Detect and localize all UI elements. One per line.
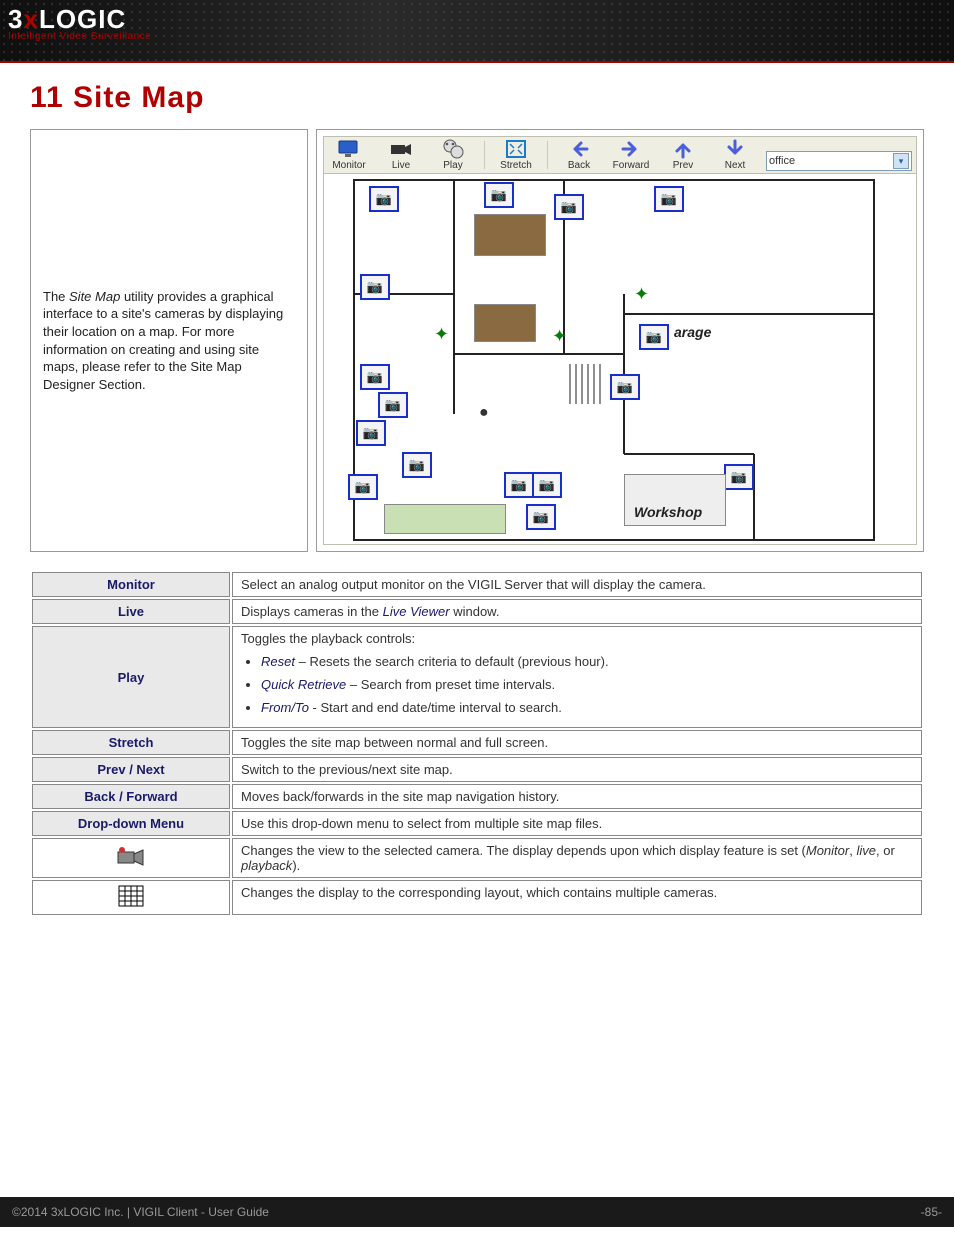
page-footer: ©2014 3xLOGIC Inc. | VIGIL Client - User… [0, 1197, 954, 1227]
footer-page-number: -85- [921, 1205, 942, 1219]
live-button[interactable]: Live [380, 139, 422, 171]
row-desc-monitor: Select an analog output monitor on the V… [232, 572, 922, 597]
monitor-icon [337, 139, 361, 159]
camera-marker[interactable]: 📷 [484, 182, 514, 208]
camera-marker[interactable]: 📷 [654, 186, 684, 212]
row-desc-prevnext: Switch to the previous/next site map. [232, 757, 922, 782]
stretch-icon [504, 139, 528, 159]
arrow-up-icon [671, 139, 695, 159]
camera-marker[interactable]: 📷 [360, 364, 390, 390]
section-title: 11 Site Map [30, 81, 924, 115]
camera-marker[interactable]: 📷 [504, 472, 534, 498]
sitemap-toolbar: Monitor Live Play [323, 136, 917, 174]
sitemap-screenshot: Monitor Live Play [316, 129, 924, 552]
row-label-camera-icon [32, 838, 230, 878]
camera-marker[interactable]: 📷 [724, 464, 754, 490]
monitor-button[interactable]: Monitor [328, 139, 370, 171]
camera-marker[interactable]: 📷 [402, 452, 432, 478]
stretch-button[interactable]: Stretch [495, 139, 537, 171]
footer-left: ©2014 3xLOGIC Inc. | VIGIL Client - User… [12, 1205, 269, 1219]
row-label-grid-icon [32, 880, 230, 915]
camera-marker[interactable]: 📷 [356, 420, 386, 446]
camera-marker[interactable]: 📷 [348, 474, 378, 500]
sitemap-select[interactable]: office ▾ [766, 151, 912, 171]
sitemap-select-value: office [769, 155, 795, 167]
back-button[interactable]: Back [558, 139, 600, 171]
row-desc-stretch: Toggles the site map between normal and … [232, 730, 922, 755]
row-label-monitor: Monitor [32, 572, 230, 597]
arrow-down-icon [723, 139, 747, 159]
brand-logo: 3xLOGIC Intelligent Video Surveillance [8, 4, 151, 42]
row-desc-camera-icon: Changes the view to the selected camera.… [232, 838, 922, 878]
chevron-down-icon: ▾ [893, 153, 909, 169]
row-label-prevnext: Prev / Next [32, 757, 230, 782]
play-icon [441, 139, 465, 159]
page-body: 11 Site Map The Site Map utility provide… [0, 63, 954, 917]
row-desc-live: Displays cameras in the Live Viewer wind… [232, 599, 922, 624]
intro-row: The Site Map utility provides a graphica… [30, 129, 924, 552]
row-label-stretch: Stretch [32, 730, 230, 755]
room-label-workshop: Workshop [634, 504, 702, 520]
camera-marker[interactable]: 📷 [526, 504, 556, 530]
arrow-left-icon [567, 139, 591, 159]
camera-marker[interactable]: 📷 [360, 274, 390, 300]
grid-icon [118, 885, 144, 907]
play-button[interactable]: Play [432, 139, 474, 171]
row-label-live: Live [32, 599, 230, 624]
camera-marker[interactable]: 📷 [554, 194, 584, 220]
row-label-dropdown: Drop-down Menu [32, 811, 230, 836]
row-desc-play: Toggles the playback controls: Reset – R… [232, 626, 922, 728]
brand-tagline: Intelligent Video Surveillance [8, 31, 151, 42]
intro-text: The Site Map utility provides a graphica… [43, 288, 295, 393]
row-label-backfwd: Back / Forward [32, 784, 230, 809]
camera-marker[interactable]: 📷 [532, 472, 562, 498]
floorplan-canvas[interactable]: 📷 📷 📷 📷 📷 📷 📷 📷 📷 📷 📷 📷 📷 📷 📷 📷 [323, 174, 917, 545]
camera-marker[interactable]: 📷 [378, 392, 408, 418]
camera-marker[interactable]: 📷 [610, 374, 640, 400]
next-button[interactable]: Next [714, 139, 756, 171]
room-label-garage: arage [674, 324, 711, 340]
header-band: 3xLOGIC Intelligent Video Surveillance [0, 0, 954, 63]
forward-button[interactable]: Forward [610, 139, 652, 171]
controls-table: Monitor Select an analog output monitor … [30, 570, 924, 917]
row-desc-backfwd: Moves back/forwards in the site map navi… [232, 784, 922, 809]
camera-marker[interactable]: 📷 [639, 324, 669, 350]
row-desc-grid-icon: Changes the display to the corresponding… [232, 880, 922, 915]
arrow-right-icon [619, 139, 643, 159]
row-label-play: Play [32, 626, 230, 728]
row-desc-dropdown: Use this drop-down menu to select from m… [232, 811, 922, 836]
camera-small-icon [117, 846, 145, 868]
camera-icon [389, 139, 413, 159]
prev-button[interactable]: Prev [662, 139, 704, 171]
camera-marker[interactable]: 📷 [369, 186, 399, 212]
intro-text-box: The Site Map utility provides a graphica… [30, 129, 308, 552]
walls-icon [324, 174, 916, 544]
